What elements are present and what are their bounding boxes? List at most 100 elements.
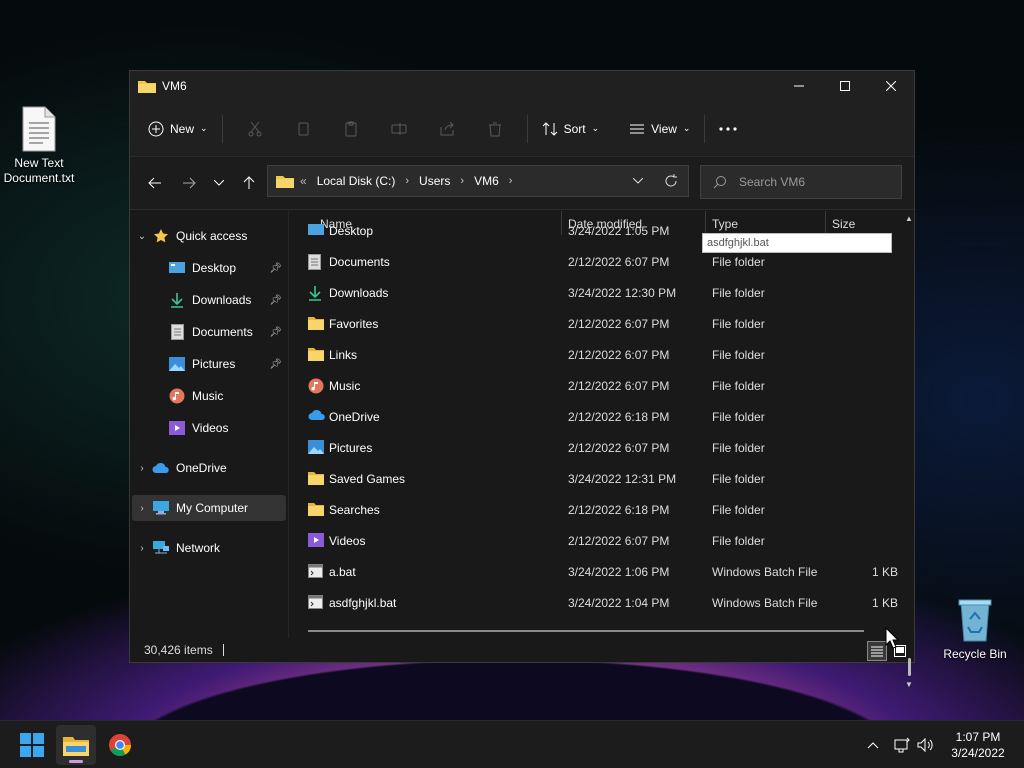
file-name: Pictures (329, 441, 373, 455)
clock-date: 3/24/2022 (951, 746, 1005, 760)
nav-label: Music (192, 389, 224, 403)
chevron-right-icon[interactable]: › (460, 175, 464, 187)
show-hidden-icons-button[interactable] (862, 721, 884, 768)
rename-button[interactable] (375, 112, 423, 146)
taskbar-chrome[interactable] (100, 725, 140, 765)
network-icon (152, 540, 170, 556)
video-icon (168, 420, 186, 436)
desktop-icon-recycle-bin[interactable]: Recycle Bin (935, 597, 1015, 662)
minimize-button[interactable] (776, 71, 822, 101)
pin-icon[interactable]: 📌︎ (269, 359, 282, 370)
nav-onedrive[interactable]: › OneDrive (132, 455, 286, 481)
address-history-button[interactable] (622, 178, 654, 184)
folder-icon (308, 471, 324, 487)
file-explorer-window: VM6 New ⌄ Sort ⌄ View ⌄ « Local Disk (C:… (129, 70, 915, 689)
address-bar[interactable]: « Local Disk (C:) › Users › VM6 › (267, 165, 689, 197)
maximize-button[interactable] (822, 71, 868, 101)
file-type: File folder (712, 379, 765, 393)
nav-quick-desktop[interactable]: Desktop 📌︎ (132, 255, 286, 281)
nav-quick-downloads[interactable]: Downloads 📌︎ (132, 287, 286, 313)
downloads-folder-icon (308, 285, 324, 301)
copy-button[interactable] (279, 112, 327, 146)
file-row[interactable]: Favorites 2/12/2022 6:07 PM File folder (290, 309, 900, 340)
file-row[interactable]: Music 2/12/2022 6:07 PM File folder (290, 371, 900, 402)
file-row[interactable]: a.bat 3/24/2022 1:06 PM Windows Batch File… (290, 557, 900, 588)
nav-quick-access[interactable]: ⌄ Quick access (132, 223, 286, 249)
file-row[interactable]: Links 2/12/2022 6:07 PM File folder (290, 340, 900, 371)
close-button[interactable] (868, 71, 914, 101)
expand-arrow-icon[interactable]: › (132, 503, 152, 514)
file-row[interactable]: Pictures 2/12/2022 6:07 PM File folder (290, 433, 900, 464)
title-bar[interactable]: VM6 (130, 71, 914, 101)
file-name: Favorites (329, 317, 379, 331)
pin-icon[interactable]: 📌︎ (269, 327, 282, 338)
network-status-button[interactable] (890, 721, 914, 768)
chevron-right-icon[interactable]: › (509, 175, 513, 187)
view-button-label: View (651, 121, 677, 136)
chevron-right-icon[interactable]: › (405, 175, 409, 187)
copy-icon (298, 122, 309, 135)
delete-button[interactable] (471, 112, 519, 146)
file-row[interactable]: Saved Games 3/24/2022 12:31 PM File folder (290, 464, 900, 495)
breadcrumb-item[interactable]: Users (419, 174, 450, 188)
mouse-cursor-icon (885, 627, 899, 649)
details-view-icon (871, 646, 883, 657)
expand-arrow-icon[interactable]: ⌄ (132, 231, 152, 242)
sort-button[interactable]: Sort ⌄ (536, 112, 606, 146)
search-icon (713, 176, 726, 189)
expand-arrow-icon[interactable]: › (132, 463, 152, 474)
back-button[interactable] (140, 168, 170, 198)
nav-quick-pictures[interactable]: Pictures 📌︎ (132, 351, 286, 377)
recent-locations-button[interactable] (204, 168, 234, 198)
file-size: 1 KB (871, 565, 898, 579)
plus-circle-icon (148, 121, 164, 136)
breadcrumb-overflow[interactable]: « (300, 174, 307, 188)
new-button[interactable]: New ⌄ (142, 112, 214, 146)
file-row[interactable]: Searches 2/12/2022 6:18 PM File folder (290, 495, 900, 526)
vertical-scrollbar[interactable]: ▲ ▼ (905, 211, 915, 689)
search-box[interactable]: Search VM6 (700, 165, 902, 199)
file-name: Saved Games (329, 472, 406, 486)
clock-time: 1:07 PM (955, 730, 1001, 744)
nav-quick-documents[interactable]: Documents 📌︎ (132, 319, 286, 345)
up-button[interactable] (234, 168, 264, 198)
nav-label: Pictures (192, 357, 236, 371)
more-options-button[interactable] (713, 112, 743, 146)
volume-button[interactable] (914, 721, 938, 768)
chevron-down-icon: ⌄ (591, 123, 600, 133)
nav-network[interactable]: › Network (132, 535, 286, 561)
file-date-modified: 3/24/2022 12:30 PM (568, 286, 677, 300)
file-row[interactable]: OneDrive 2/12/2022 6:18 PM File folder (290, 402, 900, 433)
file-row[interactable]: Downloads 3/24/2022 12:30 PM File folder (290, 278, 900, 309)
taskbar-clock[interactable]: 1:07 PM 3/24/2022 (940, 729, 1016, 761)
file-row[interactable]: asdfghjkl.bat 3/24/2022 1:04 PM Windows Ba… (290, 588, 900, 619)
desktop-icon-new-text-document[interactable]: New Text Document.txt (0, 106, 79, 186)
view-button[interactable]: View ⌄ (623, 112, 696, 146)
pin-icon[interactable]: 📌︎ (269, 263, 282, 274)
details-view-button[interactable] (867, 641, 887, 661)
forward-button[interactable] (174, 168, 204, 198)
scroll-up-icon[interactable]: ▲ (905, 214, 913, 223)
rename-icon (391, 122, 407, 135)
nav-label: Quick access (176, 229, 248, 243)
pin-icon[interactable]: 📌︎ (269, 295, 282, 306)
item-count: 30,426 items (144, 643, 213, 657)
nav-quick-videos[interactable]: Videos (132, 415, 286, 441)
share-button[interactable] (423, 112, 471, 146)
start-button[interactable] (12, 725, 52, 765)
refresh-button[interactable] (654, 174, 688, 188)
nav-quick-music[interactable]: Music (132, 383, 286, 409)
pane-divider[interactable] (288, 211, 289, 638)
file-row[interactable]: Videos 2/12/2022 6:07 PM File folder (290, 526, 900, 557)
paste-button[interactable] (327, 112, 375, 146)
breadcrumb-item[interactable]: VM6 (474, 174, 499, 188)
horizontal-scrollbar[interactable] (308, 630, 864, 632)
expand-arrow-icon[interactable]: › (132, 543, 152, 554)
scroll-down-icon[interactable]: ▼ (905, 680, 913, 689)
cut-button[interactable] (231, 112, 279, 146)
breadcrumb-item[interactable]: Local Disk (C:) (317, 174, 396, 188)
taskbar-file-explorer[interactable] (56, 725, 96, 765)
nav-my-computer[interactable]: › My Computer (132, 495, 286, 521)
file-date-modified: 2/12/2022 6:07 PM (568, 317, 670, 331)
file-type: File folder (712, 348, 765, 362)
